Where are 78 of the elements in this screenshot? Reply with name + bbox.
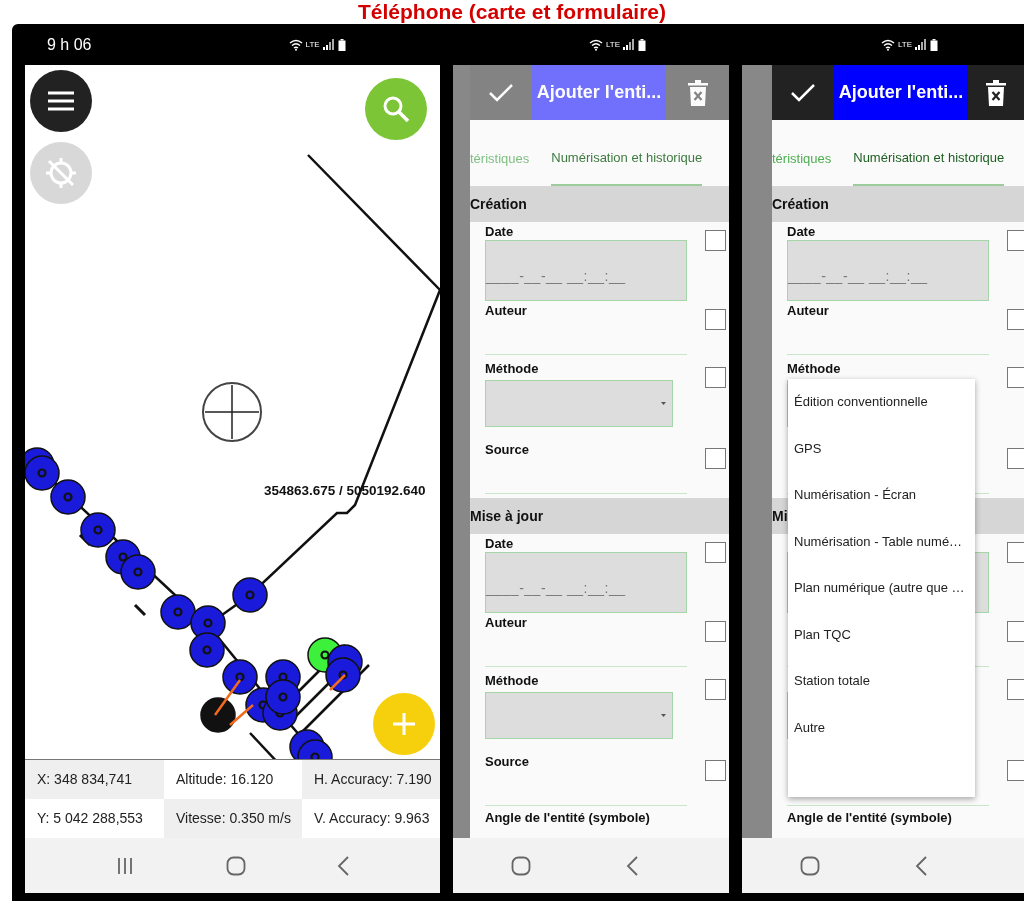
battery-icon xyxy=(930,38,939,51)
back-icon[interactable] xyxy=(915,855,927,876)
wifi-icon xyxy=(589,38,603,51)
dropdown-option[interactable]: Édition conventionnelle xyxy=(788,379,975,426)
home-icon[interactable] xyxy=(800,855,820,876)
wifi-icon xyxy=(881,38,895,51)
trash-icon xyxy=(986,79,1006,106)
checkbox[interactable] xyxy=(705,621,726,642)
checkbox[interactable] xyxy=(1007,760,1024,781)
field-label: Date xyxy=(787,224,816,239)
home-icon[interactable] xyxy=(225,855,246,876)
network-label: LTE xyxy=(898,40,913,49)
dropdown-option[interactable]: Plan numérique (autre que … xyxy=(788,565,975,612)
trash-icon xyxy=(687,79,708,106)
checkbox[interactable] xyxy=(1007,621,1024,642)
wifi-icon xyxy=(288,38,303,51)
menu-icon xyxy=(47,90,75,112)
checkbox[interactable] xyxy=(705,309,726,330)
section-header: Mise à jour xyxy=(470,498,729,534)
field-label: Angle de l'entité (symbole) xyxy=(484,810,651,825)
checkbox[interactable] xyxy=(1007,542,1024,563)
back-icon[interactable] xyxy=(336,855,349,876)
dropdown-option[interactable]: Station totale xyxy=(788,658,975,705)
home-icon[interactable] xyxy=(511,855,531,876)
plus-icon xyxy=(392,712,416,736)
field-label: Auteur xyxy=(485,303,527,318)
field-label: Méthode xyxy=(485,361,539,376)
status-time: 9 h 06 xyxy=(47,35,92,54)
confirm-button[interactable] xyxy=(772,65,834,120)
battery-icon xyxy=(638,38,647,51)
field-label: Source xyxy=(485,754,530,769)
info-cell: H. Accuracy: 7.190 xyxy=(302,760,440,799)
info-cell: X: 348 834,741 xyxy=(25,760,164,799)
checkbox[interactable] xyxy=(705,367,726,388)
checkbox[interactable] xyxy=(705,230,726,251)
signal-icon xyxy=(623,39,636,50)
field-label: Source xyxy=(485,442,530,457)
back-icon[interactable] xyxy=(626,855,638,876)
section-header: Création xyxy=(772,186,1024,222)
battery-icon xyxy=(337,38,346,51)
page-title: Téléphone (carte et formulaire) xyxy=(356,0,668,24)
form-title: Ajouter l'enti... xyxy=(532,65,666,120)
field-label: Méthode xyxy=(787,361,841,376)
field-label: Date xyxy=(485,224,514,239)
field-label: Méthode xyxy=(485,673,539,688)
checkbox[interactable] xyxy=(705,448,726,469)
field-label: Auteur xyxy=(485,615,527,630)
field-label: Auteur xyxy=(787,303,829,318)
form-title: Ajouter l'enti... xyxy=(834,65,968,120)
checkbox[interactable] xyxy=(1007,367,1024,388)
checkbox[interactable] xyxy=(1007,448,1024,469)
dropdown-arrow-icon xyxy=(661,714,666,717)
select-field[interactable] xyxy=(485,692,673,739)
dropdown-option[interactable]: Plan TQC xyxy=(788,611,975,658)
checkbox[interactable] xyxy=(1007,679,1024,700)
network-label: LTE xyxy=(606,40,621,49)
checkbox[interactable] xyxy=(705,679,726,700)
select-field[interactable] xyxy=(485,380,673,427)
recents-icon[interactable] xyxy=(116,856,135,875)
search-icon xyxy=(382,95,410,123)
dropdown-arrow-icon xyxy=(661,402,666,405)
check-icon xyxy=(790,82,816,103)
signal-icon xyxy=(915,39,928,50)
checkbox[interactable] xyxy=(705,760,726,781)
checkbox[interactable] xyxy=(1007,309,1024,330)
check-icon xyxy=(488,82,514,103)
signal-icon xyxy=(322,39,335,50)
field-label: Angle de l'entité (symbole) xyxy=(786,810,953,825)
info-cell: Vitesse: 0.350 m/s xyxy=(164,799,302,838)
network-label: LTE xyxy=(305,40,320,49)
dropdown-option[interactable]: GPS xyxy=(788,425,975,472)
section-header: Création xyxy=(470,186,729,222)
checkbox[interactable] xyxy=(705,542,726,563)
delete-button[interactable] xyxy=(968,65,1024,120)
location-off-icon xyxy=(44,156,78,190)
field-label: Date xyxy=(485,536,514,551)
dropdown-option[interactable]: Autre xyxy=(788,704,975,751)
checkbox[interactable] xyxy=(1007,230,1024,251)
